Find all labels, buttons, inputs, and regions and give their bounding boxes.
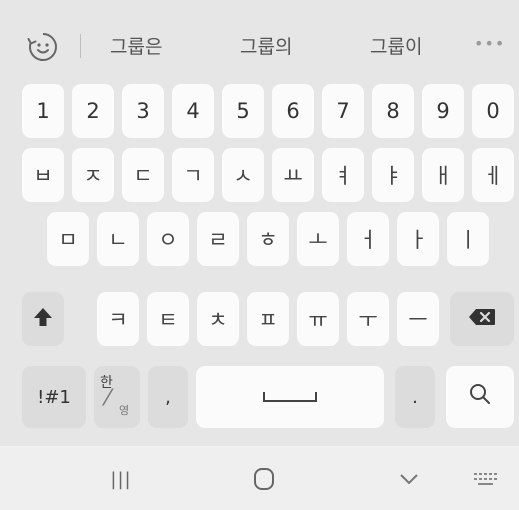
sticker-face-icon[interactable] (24, 28, 62, 66)
key-siot[interactable]: ㅅ (222, 148, 264, 202)
key-chieut[interactable]: ㅊ (197, 292, 239, 346)
key-2[interactable]: 2 (72, 84, 114, 138)
key-i[interactable]: ㅣ (447, 212, 489, 266)
shift-key[interactable] (22, 292, 64, 346)
key-ieung[interactable]: ㅇ (147, 212, 189, 266)
key-tieut[interactable]: ㅌ (147, 292, 189, 346)
lang-slash: ⁄ (106, 386, 110, 411)
key-5[interactable]: 5 (222, 84, 264, 138)
key-8[interactable]: 8 (372, 84, 414, 138)
suggestion-word-2[interactable]: 그룹의 (240, 32, 292, 59)
key-bieup[interactable]: ㅂ (22, 148, 64, 202)
key-3[interactable]: 3 (122, 84, 164, 138)
key-yu[interactable]: ㅠ (297, 292, 339, 346)
search-key[interactable] (446, 366, 514, 428)
suggestion-bar: 그룹은 그룹의 그룹이 ••• (0, 0, 519, 88)
space-key[interactable] (196, 366, 384, 428)
key-ae[interactable]: ㅐ (422, 148, 464, 202)
hide-keyboard-chevron-icon[interactable] (393, 466, 425, 492)
key-6[interactable]: 6 (272, 84, 314, 138)
comma-key[interactable]: , (148, 366, 188, 428)
key-a[interactable]: ㅏ (397, 212, 439, 266)
search-icon (468, 382, 492, 412)
key-nieun[interactable]: ㄴ (97, 212, 139, 266)
key-7[interactable]: 7 (322, 84, 364, 138)
key-eo[interactable]: ㅓ (347, 212, 389, 266)
key-mieum[interactable]: ㅁ (47, 212, 89, 266)
keyboard-icon[interactable] (470, 466, 502, 492)
shift-arrow-icon (33, 306, 53, 333)
suggestion-word-1[interactable]: 그룹은 (110, 32, 162, 59)
key-digeut[interactable]: ㄷ (122, 148, 164, 202)
key-0[interactable]: 0 (472, 84, 514, 138)
period-key[interactable]: . (395, 366, 435, 428)
key-ya[interactable]: ㅑ (372, 148, 414, 202)
key-jieut[interactable]: ㅈ (72, 148, 114, 202)
key-hieut[interactable]: ㅎ (247, 212, 289, 266)
language-switch-key[interactable]: 한 ⁄ 영 (94, 366, 140, 428)
key-kieuk[interactable]: ㅋ (97, 292, 139, 346)
key-yo[interactable]: ㅛ (272, 148, 314, 202)
backspace-icon (468, 308, 496, 331)
key-yeo[interactable]: ㅕ (322, 148, 364, 202)
suggestion-divider (80, 34, 81, 58)
home-icon[interactable] (248, 466, 280, 492)
key-1[interactable]: 1 (22, 84, 64, 138)
suggestion-word-3[interactable]: 그룹이 (370, 32, 422, 59)
key-giyeok[interactable]: ㄱ (172, 148, 214, 202)
symbols-key[interactable]: !#1 (22, 366, 86, 428)
key-u[interactable]: ㅜ (347, 292, 389, 346)
key-rieul[interactable]: ㄹ (197, 212, 239, 266)
key-9[interactable]: 9 (422, 84, 464, 138)
key-e[interactable]: ㅔ (472, 148, 514, 202)
navigation-bar: ||| (0, 446, 519, 510)
space-bar-icon (262, 385, 318, 410)
recent-apps-icon[interactable]: ||| (105, 466, 137, 492)
key-eu[interactable]: ㅡ (397, 292, 439, 346)
backspace-key[interactable] (450, 292, 514, 346)
key-o[interactable]: ㅗ (297, 212, 339, 266)
lang-english-label: 영 (119, 404, 130, 417)
key-4[interactable]: 4 (172, 84, 214, 138)
key-pieup[interactable]: ㅍ (247, 292, 289, 346)
more-options-icon[interactable]: ••• (474, 34, 505, 53)
